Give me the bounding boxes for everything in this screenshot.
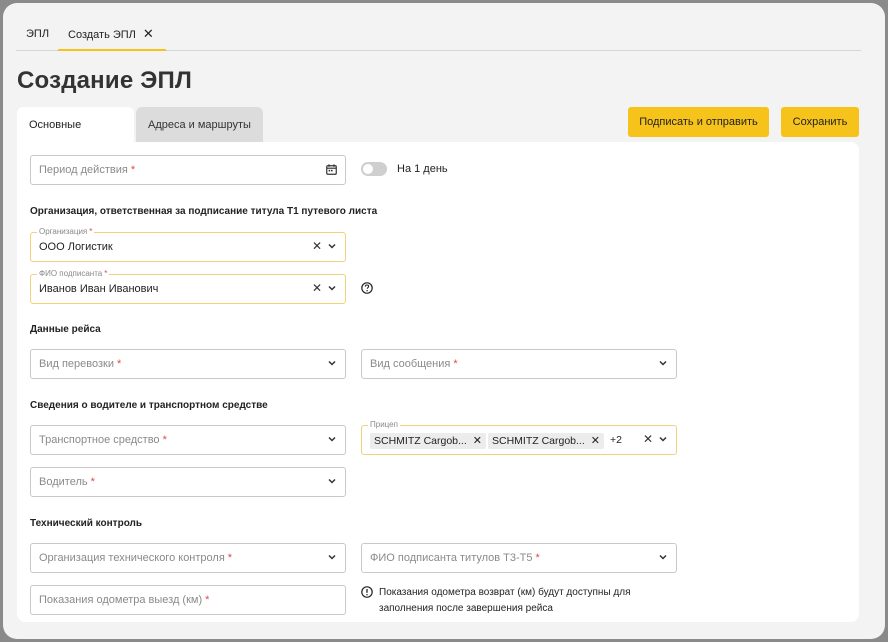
- period-placeholder: Период действия *: [39, 164, 136, 176]
- more-chips-count[interactable]: +2: [610, 434, 622, 446]
- vehicle-placeholder: Транспортное средство *: [39, 434, 167, 446]
- tab-main-data[interactable]: Основные данные: [17, 107, 134, 168]
- signer-select[interactable]: ФИО подписанта * Иванов Иван Иванович ✕: [30, 269, 346, 304]
- remove-chip-icon[interactable]: ✕: [473, 435, 482, 447]
- trip-section-title: Данные рейса: [30, 324, 101, 335]
- clear-trailer-icon[interactable]: ✕: [643, 432, 653, 446]
- organization-select[interactable]: Организация * ООО Логистик ✕: [30, 227, 346, 262]
- app-window: ЭПЛ Создать ЭПЛ ✕ Создание ЭПЛ Основные д…: [3, 3, 885, 639]
- clear-signer-icon[interactable]: ✕: [312, 281, 322, 295]
- vehicle-select[interactable]: Транспортное средство *: [30, 425, 346, 455]
- chevron-down-icon[interactable]: [658, 358, 668, 368]
- one-day-label: На 1 день: [397, 163, 448, 175]
- driver-select[interactable]: Водитель *: [30, 467, 346, 497]
- chevron-down-icon[interactable]: [327, 283, 337, 293]
- toggle-knob: [363, 164, 373, 174]
- trailer-chip: SCHMITZ Cargob... ✕: [488, 433, 604, 449]
- one-day-toggle[interactable]: [361, 162, 387, 176]
- chevron-down-icon[interactable]: [658, 434, 668, 444]
- tech-org-placeholder: Организация технического контроля *: [39, 552, 233, 564]
- odometer-out-placeholder: Показания одометра выезд (км) *: [39, 594, 210, 606]
- transport-type-placeholder: Вид перевозки *: [39, 358, 122, 370]
- signer-label: ФИО подписанта *: [37, 269, 110, 279]
- sign-and-send-button[interactable]: Подписать и отправить: [628, 107, 769, 137]
- trailer-label: Прицеп: [368, 420, 400, 430]
- info-circle-icon: [361, 586, 373, 598]
- tech-section-title: Технический контроль: [30, 518, 143, 529]
- signer-value: Иванов Иван Иванович: [39, 283, 159, 295]
- chevron-down-icon[interactable]: [327, 476, 337, 486]
- tab-addresses-routes[interactable]: Адреса и маршруты: [136, 107, 263, 144]
- tab-create-epl[interactable]: Создать ЭПЛ ✕: [58, 22, 166, 51]
- chevron-down-icon[interactable]: [327, 552, 337, 562]
- trailer-multiselect[interactable]: Прицеп SCHMITZ Cargob... ✕ SCHMITZ Cargob…: [361, 420, 677, 455]
- page-title: Создание ЭПЛ: [17, 67, 193, 94]
- chevron-down-icon[interactable]: [327, 241, 337, 251]
- organization-label: Организация *: [37, 227, 95, 237]
- odometer-out-input[interactable]: Показания одометра выезд (км) *: [30, 585, 346, 615]
- main-data-panel: Период действия * На 1 день Организация, …: [17, 142, 859, 622]
- chevron-down-icon[interactable]: [658, 552, 668, 562]
- org-section-title: Организация, ответственная за подписание…: [30, 206, 378, 217]
- t3t5-signer-select[interactable]: ФИО подписанта титулов Т3-Т5 *: [361, 543, 677, 573]
- tab-epl[interactable]: ЭПЛ: [26, 22, 49, 50]
- remove-chip-icon[interactable]: ✕: [591, 435, 600, 447]
- message-type-select[interactable]: Вид сообщения *: [361, 349, 677, 379]
- period-field[interactable]: Период действия *: [30, 155, 346, 185]
- chevron-down-icon[interactable]: [327, 358, 337, 368]
- odometer-return-info: Показания одометра возврат (км) будут до…: [379, 587, 631, 614]
- trailer-chip: SCHMITZ Cargob... ✕: [370, 433, 486, 449]
- transport-type-select[interactable]: Вид перевозки *: [30, 349, 346, 379]
- tech-org-select[interactable]: Организация технического контроля *: [30, 543, 346, 573]
- driver-placeholder: Водитель *: [39, 476, 95, 488]
- document-tabs: ЭПЛ Создать ЭПЛ ✕: [16, 22, 861, 51]
- clear-organization-icon[interactable]: ✕: [312, 239, 322, 253]
- tab-create-epl-label: Создать ЭПЛ: [68, 29, 136, 41]
- organization-value: ООО Логистик: [39, 241, 113, 253]
- message-type-placeholder: Вид сообщения *: [370, 358, 458, 370]
- t3t5-signer-placeholder: ФИО подписанта титулов Т3-Т5 *: [370, 552, 540, 564]
- tab-epl-label: ЭПЛ: [26, 28, 50, 40]
- close-tab-icon[interactable]: ✕: [143, 26, 154, 41]
- save-button[interactable]: Сохранить: [781, 107, 859, 137]
- driver-section-title: Сведения о водителе и транспортном средс…: [30, 400, 268, 411]
- calendar-icon[interactable]: [326, 164, 337, 175]
- chevron-down-icon[interactable]: [327, 434, 337, 444]
- question-circle-icon[interactable]: [361, 282, 373, 294]
